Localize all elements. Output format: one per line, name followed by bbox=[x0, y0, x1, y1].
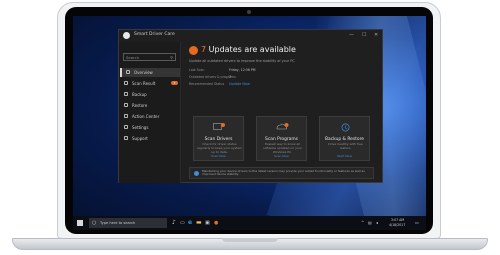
driver-icon bbox=[213, 123, 225, 130]
windows-start-icon[interactable] bbox=[77, 220, 83, 226]
alert-icon bbox=[189, 46, 198, 55]
outdated-count-value: 7 bbox=[229, 75, 232, 79]
scan-drivers-card[interactable]: Scan Drivers Check for driver status reg… bbox=[193, 116, 244, 161]
main-content: 7 Updates are available Update all outda… bbox=[181, 42, 384, 183]
app-window: Smart Driver Care — ☐ ✕ Search ⚲ Overvie… bbox=[118, 29, 383, 183]
card-description: Check for driver status regularly to kee… bbox=[197, 142, 242, 154]
sidebar-item-settings[interactable]: Settings bbox=[120, 123, 180, 132]
page-subtitle: Update all outdated drivers to improve t… bbox=[189, 59, 295, 63]
card-description: Drive healthy with free restore. bbox=[328, 142, 363, 150]
programs-icon bbox=[276, 123, 289, 130]
app-logo-icon bbox=[123, 32, 130, 39]
sidebar-item-label: Restore bbox=[132, 103, 148, 108]
scan-programs-card[interactable]: Scan Programs Easiest way to know all so… bbox=[256, 116, 307, 161]
minimize-button[interactable]: — bbox=[349, 31, 354, 39]
sidebar-item-scan-result[interactable]: Scan Result 7 bbox=[120, 79, 180, 88]
scan-icon bbox=[124, 81, 128, 85]
info-notice: Maintaining your device drivers to the l… bbox=[189, 167, 374, 179]
title-bar[interactable]: Smart Driver Care — ☐ ✕ bbox=[119, 30, 382, 42]
maximize-button[interactable]: ☐ bbox=[362, 31, 366, 39]
search-icon: ⚲ bbox=[170, 55, 173, 60]
backup-icon bbox=[124, 92, 128, 96]
notifications-icon[interactable]: ▭ bbox=[415, 219, 419, 227]
meta-label: Recommended Status bbox=[189, 82, 225, 86]
sidebar-item-label: Settings bbox=[132, 125, 149, 130]
clock-date[interactable]: 4/18/2017 bbox=[389, 223, 405, 227]
sidebar-item-restore[interactable]: Restore bbox=[120, 101, 180, 110]
sidebar-item-label: Action Center bbox=[132, 114, 160, 119]
search-icon: ○ bbox=[92, 220, 97, 226]
network-icon[interactable]: ▤ bbox=[368, 219, 372, 227]
start-backup-link[interactable]: Start Now bbox=[320, 154, 369, 158]
sidebar-item-overview[interactable]: Overview bbox=[120, 68, 180, 77]
info-icon bbox=[194, 171, 199, 176]
page-title-text: Updates are available bbox=[208, 45, 296, 54]
backup-restore-card[interactable]: Backup & Restore Drive healthy with free… bbox=[319, 116, 370, 161]
app-title: Smart Driver Care bbox=[134, 32, 175, 37]
edge-browser-icon[interactable]: e bbox=[188, 219, 192, 227]
sidebar: Search ⚲ Overview Scan Result 7 Backup R… bbox=[119, 42, 181, 183]
sidebar-item-backup[interactable]: Backup bbox=[120, 90, 180, 99]
overview-icon bbox=[126, 70, 130, 74]
sidebar-item-label: Support bbox=[132, 136, 148, 141]
taskbar-search-box[interactable]: ○ Type here to search bbox=[89, 218, 167, 228]
page-title: 7 Updates are available bbox=[201, 45, 296, 54]
task-view-icon[interactable]: ▭ bbox=[180, 219, 185, 227]
microphone-icon[interactable]: ♪ bbox=[172, 219, 176, 227]
taskbar-search-text: Type here to search bbox=[100, 220, 136, 225]
laptop-hinge-notch bbox=[222, 238, 278, 242]
action-center-icon bbox=[124, 114, 128, 118]
volume-icon[interactable]: ◂ bbox=[376, 219, 378, 227]
desktop-screen: Smart Driver Care — ☐ ✕ Search ⚲ Overvie… bbox=[73, 16, 426, 230]
restore-icon bbox=[124, 103, 128, 107]
meta-label: Last Scan bbox=[189, 68, 205, 72]
sidebar-item-action-center[interactable]: Action Center bbox=[120, 112, 180, 121]
webcam bbox=[247, 10, 251, 14]
scan-drivers-link[interactable]: Scan Now bbox=[194, 154, 243, 158]
last-scan-value: Friday, 12:56 PM bbox=[229, 68, 256, 72]
tray-chevron-icon[interactable]: ^ bbox=[361, 219, 364, 227]
gear-icon bbox=[124, 125, 128, 129]
sidebar-item-support[interactable]: Support bbox=[120, 134, 180, 143]
update-now-link[interactable]: Update Now bbox=[229, 82, 250, 86]
count-badge: 7 bbox=[171, 81, 178, 85]
sidebar-item-label: Backup bbox=[132, 92, 147, 97]
search-input[interactable]: Search ⚲ bbox=[123, 53, 176, 61]
update-count: 7 bbox=[201, 45, 207, 54]
sidebar-item-label: Scan Result bbox=[132, 81, 156, 86]
backup-icon bbox=[341, 123, 350, 132]
taskbar: ○ Type here to search ♪ ▭ e ▬ ▣ ● ^ ▤ ◂ … bbox=[73, 216, 426, 230]
file-explorer-icon[interactable]: ▬ bbox=[196, 219, 202, 227]
card-description: Easiest way to know all software updated… bbox=[263, 142, 302, 154]
scan-programs-link[interactable]: Scan Now bbox=[257, 154, 306, 158]
sidebar-item-label: Overview bbox=[134, 70, 153, 75]
support-icon bbox=[124, 136, 128, 140]
search-placeholder: Search bbox=[126, 55, 140, 60]
clock-time[interactable]: 3:07 AM bbox=[391, 218, 404, 222]
notice-text: Maintaining your device drivers to the l… bbox=[202, 168, 365, 177]
smart-driver-care-taskbar-icon[interactable]: ● bbox=[214, 219, 218, 227]
close-button[interactable]: ✕ bbox=[374, 31, 378, 39]
store-icon[interactable]: ▣ bbox=[205, 219, 210, 227]
